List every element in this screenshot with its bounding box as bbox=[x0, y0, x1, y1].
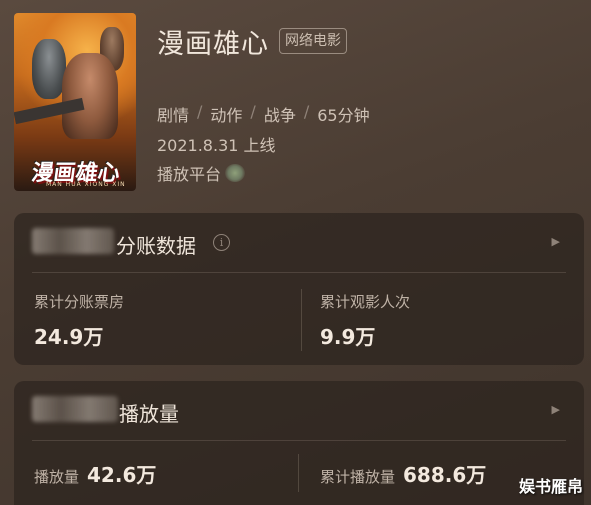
card-title: 分账数据 bbox=[116, 234, 196, 258]
divider bbox=[32, 272, 566, 273]
platform-label: 播放平台 bbox=[157, 165, 222, 184]
movie-type-tag: 网络电影 bbox=[279, 28, 347, 54]
movie-title: 漫画雄心 bbox=[157, 29, 269, 60]
genre-item: 战争 bbox=[263, 106, 296, 125]
genre-line: 剧情 / 动作 / 战争 / 65分钟 bbox=[157, 102, 370, 126]
divider bbox=[32, 440, 566, 441]
stat-label: 累计播放量 bbox=[320, 468, 396, 486]
genre-item: 剧情 bbox=[157, 106, 190, 125]
watermark: 娱书雁帛 bbox=[518, 477, 583, 496]
play-count-card: 播放量 ▶ 播放量 42.6万 累计播放量 688.6万 bbox=[14, 381, 584, 505]
card-header[interactable]: 分账数据 i ▶ bbox=[14, 213, 584, 271]
separator: / bbox=[250, 102, 256, 121]
stat-label: 累计观影人次 bbox=[320, 293, 411, 311]
stat-cumulative-play-count: 累计播放量 688.6万 bbox=[320, 459, 486, 488]
poster-figure bbox=[32, 39, 66, 99]
poster-figure bbox=[62, 53, 118, 139]
card-header[interactable]: 播放量 ▶ bbox=[14, 381, 584, 439]
genre-item: 动作 bbox=[210, 106, 243, 125]
play-arrow-icon[interactable]: ▶ bbox=[552, 403, 560, 416]
stat-label: 累计分账票房 bbox=[34, 293, 125, 311]
stat-value: 42.6万 bbox=[87, 463, 157, 487]
blurred-platform-name bbox=[32, 228, 114, 254]
movie-poster[interactable]: 漫画雄心 MAN HUA XIONG XIN bbox=[14, 13, 136, 191]
divider bbox=[298, 454, 299, 492]
separator: / bbox=[197, 102, 203, 121]
stat-label: 播放量 bbox=[34, 468, 80, 486]
poster-subtitle: MAN HUA XIONG XIN bbox=[46, 181, 126, 188]
separator: / bbox=[303, 102, 310, 121]
box-office-card: 分账数据 i ▶ 累计分账票房 24.9万 累计观影人次 9.9万 bbox=[14, 213, 584, 365]
info-icon[interactable]: i bbox=[213, 234, 230, 251]
release-date: 2021.8.31 上线 bbox=[157, 136, 276, 155]
duration: 65分钟 bbox=[317, 106, 370, 125]
stat-value: 688.6万 bbox=[403, 463, 487, 487]
stat-value: 24.9万 bbox=[34, 325, 104, 349]
play-arrow-icon[interactable]: ▶ bbox=[552, 235, 560, 248]
stat-value: 9.9万 bbox=[320, 325, 376, 349]
divider bbox=[301, 289, 302, 351]
platform-logo-icon[interactable] bbox=[225, 164, 246, 182]
blurred-platform-name bbox=[32, 396, 118, 422]
platform-row: 播放平台 bbox=[157, 161, 246, 185]
stat-play-count: 播放量 42.6万 bbox=[34, 459, 156, 488]
card-title: 播放量 bbox=[119, 402, 179, 426]
